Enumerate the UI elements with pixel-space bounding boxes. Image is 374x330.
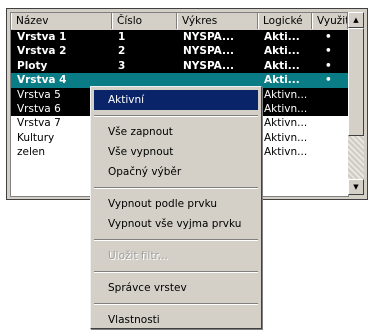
cell-drawing: NYSPA...	[183, 59, 234, 72]
menu-separator	[94, 303, 258, 305]
cell-name: Ploty	[17, 59, 48, 72]
table-row[interactable]: Vrstva 1 1 NYSPA... Akti... •	[11, 30, 348, 45]
cell-name: Vrstva 1	[17, 31, 67, 43]
menu-item-vypnout-podle-prvku[interactable]: Vypnout podle prvku	[94, 194, 258, 214]
column-header-number[interactable]: Číslo	[112, 13, 177, 29]
cell-logical: Aktivn...	[264, 103, 308, 115]
menu-item-v-e-vypnout[interactable]: Vše vypnout	[94, 142, 258, 162]
cell-logical: Aktivn...	[264, 88, 308, 101]
scroll-down-arrow-icon[interactable]: ▼	[348, 179, 364, 195]
menu-separator	[94, 115, 258, 117]
cell-logical: Akti...	[264, 45, 300, 58]
menu-item-ulo-it-filtr: Uložit filtr...	[108, 250, 168, 262]
cell-name: Vrstva 2	[17, 45, 67, 58]
table-row[interactable]: Vrstva 2 2 NYSPA... Akti... •	[11, 44, 348, 59]
cell-logical: Aktivn...	[264, 117, 308, 130]
menu-item-vypnout-v-e-vyjma-prvku[interactable]: Vypnout vše vyjma prvku	[94, 214, 258, 234]
cell-used: •	[325, 74, 332, 87]
menu-item-spr-vce-vrstev[interactable]: Správce vrstev	[94, 278, 258, 298]
column-header-logical[interactable]: Logické	[258, 13, 312, 29]
cell-logical: Akti...	[264, 31, 300, 43]
cell-logical: Akti...	[264, 59, 300, 72]
menu-item-opa-n-v-b-r[interactable]: Opačný výběr	[94, 162, 258, 182]
table-row[interactable]: Ploty 3 NYSPA... Akti... •	[11, 58, 348, 74]
cell-drawing: NYSPA...	[183, 45, 234, 58]
cell-used: •	[325, 59, 332, 72]
cell-number: 2	[118, 45, 126, 58]
vertical-scrollbar[interactable]: ▲ ▼	[348, 12, 364, 195]
menu-item-vlastnosti[interactable]: Vlastnosti	[94, 310, 258, 330]
column-header-name[interactable]: Název	[11, 13, 112, 29]
menu-item-aktivn[interactable]: Aktivní	[94, 90, 258, 110]
cell-logical: Aktivn...	[264, 146, 308, 159]
cell-drawing: NYSPA...	[183, 31, 234, 43]
cell-number: 1	[118, 31, 126, 43]
cell-used: •	[325, 45, 332, 58]
scroll-track[interactable]	[348, 136, 364, 179]
scroll-thumb[interactable]	[348, 28, 364, 136]
column-header-bar: Název Číslo Výkres Logické Využito	[11, 13, 348, 31]
menu-separator	[94, 271, 258, 273]
scroll-up-arrow-icon[interactable]: ▲	[348, 12, 364, 28]
cell-logical: Aktivn...	[264, 131, 308, 144]
column-header-drawing[interactable]: Výkres	[177, 13, 258, 29]
cell-logical: Akti...	[264, 74, 300, 87]
menu-separator	[94, 187, 258, 189]
column-header-used[interactable]: Využito	[312, 13, 348, 29]
cell-used: •	[325, 31, 332, 43]
menu-separator	[94, 239, 258, 241]
menu-item-v-e-zapnout[interactable]: Vše zapnout	[94, 122, 258, 142]
context-menu: Aktivní Vše zapnout Vše vypnout Opačný výbě…	[90, 86, 262, 329]
cell-number: 3	[118, 59, 126, 72]
